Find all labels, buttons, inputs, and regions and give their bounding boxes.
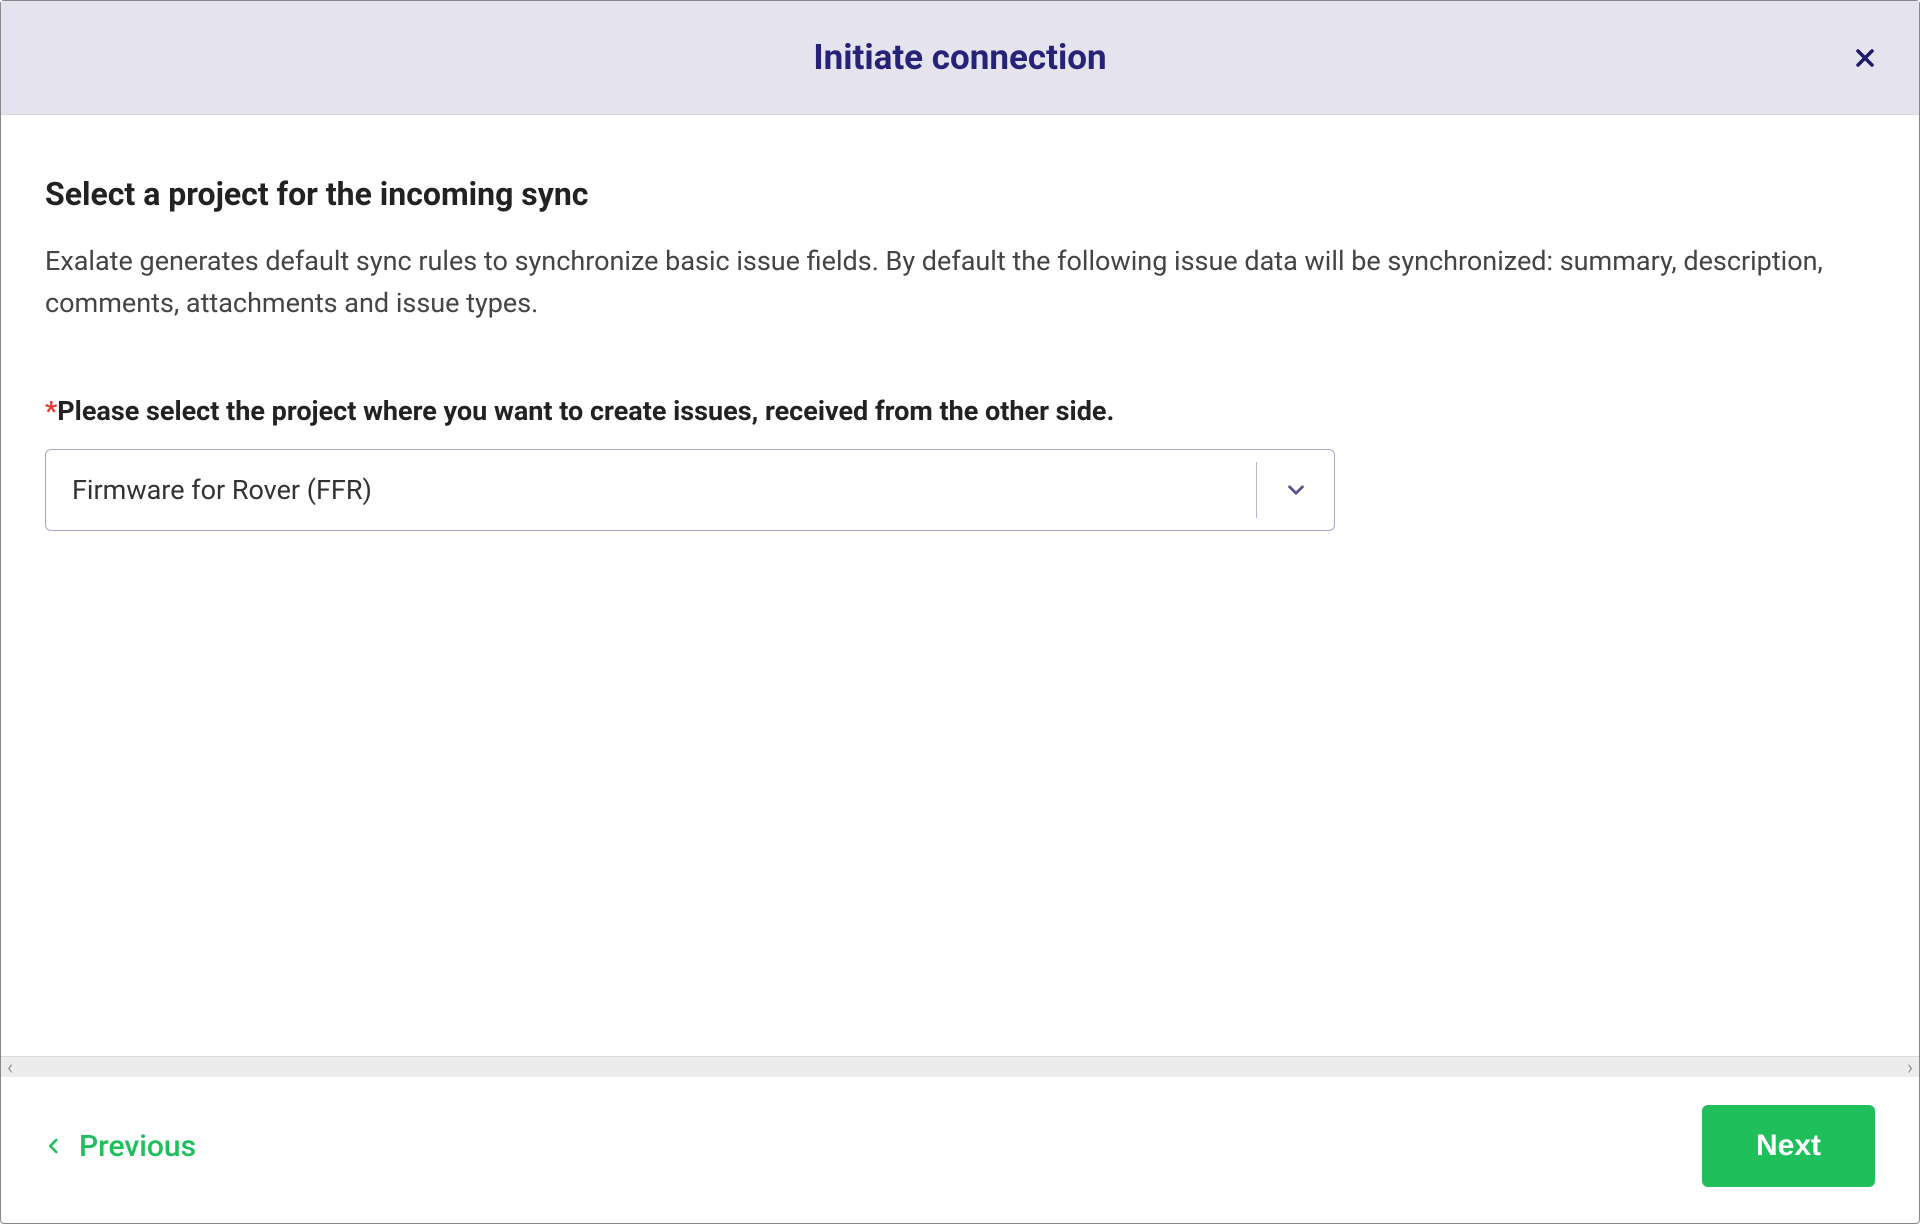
chevron-down-icon xyxy=(1283,477,1309,503)
project-select[interactable]: Firmware for Rover (FFR) xyxy=(45,449,1335,531)
field-label-text: Please select the project where you want… xyxy=(57,395,1114,427)
previous-button[interactable]: Previous xyxy=(45,1129,196,1164)
close-button[interactable] xyxy=(1851,44,1879,72)
chevron-right-icon: › xyxy=(1907,1055,1913,1079)
project-select-arrow xyxy=(1256,462,1334,518)
modal-header: Initiate connection xyxy=(1,1,1919,115)
close-icon xyxy=(1853,46,1877,70)
next-button[interactable]: Next xyxy=(1702,1105,1875,1187)
modal-footer: Previous Next xyxy=(1,1076,1919,1223)
modal-title: Initiate connection xyxy=(813,37,1106,78)
modal-body: Select a project for the incoming sync E… xyxy=(1,115,1919,1056)
chevron-left-icon: ‹ xyxy=(7,1055,13,1079)
previous-label: Previous xyxy=(79,1129,196,1164)
project-field-label: *Please select the project where you wan… xyxy=(45,395,1875,427)
chevron-left-icon xyxy=(45,1132,63,1160)
horizontal-scrollbar[interactable]: ‹ › xyxy=(1,1056,1919,1076)
section-heading: Select a project for the incoming sync xyxy=(45,175,1875,213)
initiate-connection-modal: Initiate connection Select a project for… xyxy=(0,0,1920,1224)
project-select-value: Firmware for Rover (FFR) xyxy=(46,450,1256,530)
required-asterisk: * xyxy=(45,395,57,427)
section-description: Exalate generates default sync rules to … xyxy=(45,241,1845,325)
